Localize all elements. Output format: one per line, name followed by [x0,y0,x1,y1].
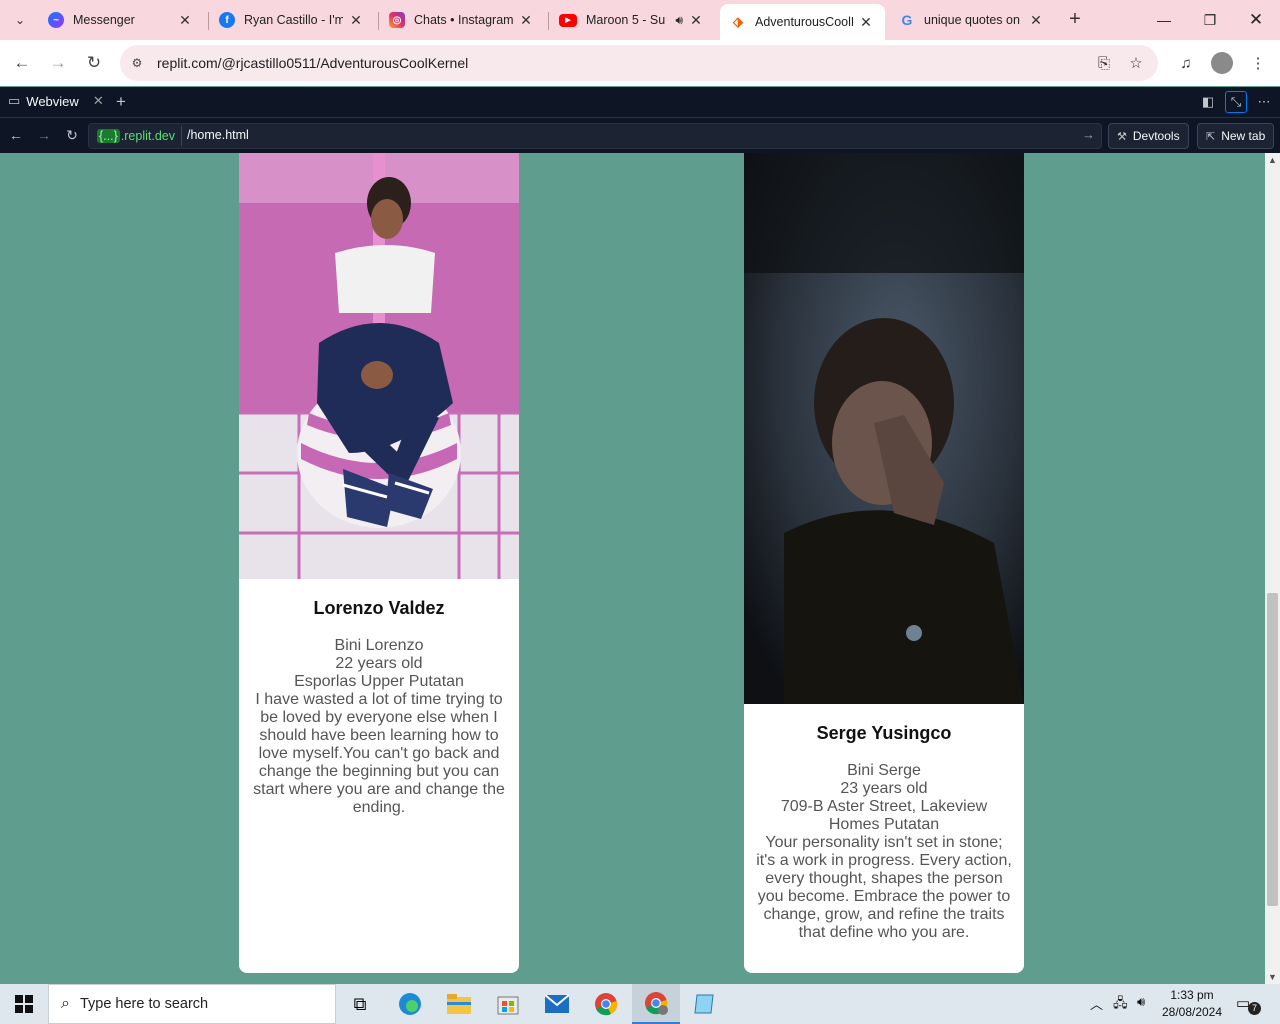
reload-button[interactable]: ↻ [82,51,106,75]
profile-quote: Your personality isn't set in stone; it'… [756,834,1012,941]
webview-page: Lorenzo Valdez Bini Lorenzo 22 years old… [0,153,1265,984]
restore-button[interactable]: ❐ [1198,8,1222,32]
taskbar-search-box[interactable]: ⌕ Type here to search [48,984,336,1024]
profile-info: Bini Lorenzo 22 years old Esporlas Upper… [251,637,507,817]
close-icon[interactable]: ✕ [93,93,104,109]
speaker-icon[interactable]: 🔊︎ [675,13,683,28]
webview-domain: {...} .replit.dev [91,126,182,146]
notification-count-badge: 7 [1248,1002,1261,1015]
profile-photo [744,153,1024,704]
instagram-icon: ◎ [389,12,405,28]
media-control-icon[interactable]: ♫ [1174,51,1198,75]
devtools-button[interactable]: ⚒ Devtools [1108,123,1189,149]
replit-webview-header: ▭ Webview ✕ + ◧ ⤡ ⋯ [0,87,1280,117]
profile-name: Lorenzo Valdez [313,598,445,618]
close-icon[interactable]: ✕ [1027,11,1045,29]
profile-card: Lorenzo Valdez Bini Lorenzo 22 years old… [239,153,519,973]
profile-avatar[interactable] [1211,52,1233,74]
tab-instagram[interactable]: ◎ Chats • Instagram ✕ [379,4,545,36]
webview-path[interactable]: /home.html [187,128,249,142]
profile-address: 709-B Aster Street, Lakeview Homes Putat… [780,798,988,833]
minimize-pane-icon[interactable]: ⤡ [1225,91,1247,113]
more-options-icon[interactable]: ⋯ [1255,93,1273,111]
windows-logo-icon [15,995,33,1013]
site-info-icon[interactable]: ⚙ [128,54,146,72]
new-tab-button[interactable]: + [1064,8,1086,30]
tab-youtube[interactable]: ▶ Maroon 5 - Su 🔊︎ ✕ [549,4,715,36]
profile-name: Serge Yusingco [816,723,952,743]
menu-kebab-icon[interactable]: ⋮ [1246,51,1270,75]
monitor-icon: ▭ [8,93,21,108]
chrome-profile-icon[interactable] [632,984,680,1024]
profile-age: 23 years old [840,780,928,797]
split-pane-icon[interactable]: ◧ [1199,93,1217,111]
wrench-icon: ⚒ [1117,130,1127,143]
start-button[interactable] [0,984,48,1024]
new-tab-open-button[interactable]: ⇱ New tab [1197,123,1275,149]
tab-replit[interactable]: ⬗ AdventurousCoolK ✕ [720,4,885,40]
facebook-icon: f [219,12,235,28]
tab-search-button[interactable]: ⌄ [6,6,34,34]
google-icon: G [901,12,913,28]
scroll-down-arrow-icon[interactable]: ▼ [1268,972,1277,982]
search-icon: ⌕ [61,995,70,1012]
url-text[interactable]: replit.com/@rjcastillo0511/AdventurousCo… [157,55,468,71]
close-icon[interactable]: ✕ [347,11,365,29]
replit-webview-nav: ← → ↻ {...} .replit.dev /home.html → ⚒ D… [0,117,1280,153]
install-app-icon[interactable]: ⎘ [1094,53,1114,73]
file-explorer-icon[interactable] [435,984,483,1024]
webview-url-field[interactable]: {...} .replit.dev /home.html → [88,123,1102,149]
close-icon[interactable]: ✕ [857,13,875,31]
go-arrow-icon[interactable]: → [1082,127,1095,142]
profile-photo [239,153,519,579]
webview-forward-button[interactable]: → [35,126,53,144]
back-button[interactable]: ← [10,51,34,75]
profile-nickname: Bini Lorenzo [334,637,424,654]
microsoft-store-icon[interactable] [484,984,532,1024]
volume-icon[interactable]: 🔊︎ [1137,994,1145,1010]
mail-icon[interactable] [533,984,581,1024]
network-icon[interactable]: 🖧︎ [1113,994,1128,1016]
windows-taskbar: ⌕ Type here to search ⧉ ︿ 🖧︎ 🔊︎ 1:33 pm … [0,984,1280,1024]
chrome-icon[interactable] [582,984,630,1024]
address-bar-row: ← → ↻ ⚙ replit.com/@rjcastillo0511/Adven… [0,40,1280,86]
profile-quote: I have wasted a lot of time trying to be… [253,691,505,816]
close-window-button[interactable]: ✕ [1244,8,1268,32]
forward-button[interactable]: → [46,51,70,75]
close-icon[interactable]: ✕ [687,11,705,29]
browser-tab-strip: ⌄ ~ Messenger ✕ f Ryan Castillo - I'm ✕ … [0,0,1280,40]
notepad-icon[interactable] [680,984,728,1024]
notification-center-icon[interactable]: ▭ 7 [1236,994,1261,1015]
webview-reload-button[interactable]: ↻ [63,126,81,144]
task-view-icon[interactable]: ⧉ [336,984,384,1024]
page-scrollbar[interactable]: ▲ ▼ [1265,153,1280,984]
youtube-icon: ▶ [559,13,577,27]
scroll-thumb[interactable] [1267,593,1278,906]
profile-age: 22 years old [335,655,423,672]
webview-back-button[interactable]: ← [7,126,25,144]
show-hidden-icons[interactable]: ︿ [1090,994,1103,1013]
tab-facebook[interactable]: f Ryan Castillo - I'm ✕ [209,4,375,36]
profile-address: Esporlas Upper Putatan [294,673,464,690]
add-pane-button[interactable]: + [116,92,126,112]
taskbar-clock[interactable]: 1:33 pm 28/08/2024 [1160,987,1224,1021]
close-icon[interactable]: ✕ [176,11,194,29]
tab-messenger[interactable]: ~ Messenger ✕ [38,4,204,36]
profile-nickname: Bini Serge [847,762,921,779]
bookmark-star-icon[interactable]: ☆ [1126,53,1146,73]
scroll-up-arrow-icon[interactable]: ▲ [1268,155,1277,165]
minimize-button[interactable]: — [1152,8,1176,32]
omnibox[interactable]: ⚙ replit.com/@rjcastillo0511/Adventurous… [120,45,1158,81]
webview-tab[interactable]: ▭ Webview ✕ [0,87,112,117]
messenger-icon: ~ [48,12,64,28]
profile-info: Bini Serge 23 years old 709-B Aster Stre… [756,762,1012,942]
edge-icon[interactable] [386,984,434,1024]
replit-icon: ⬗ [733,14,743,29]
external-link-icon: ⇱ [1206,130,1216,143]
profile-card: Serge Yusingco Bini Serge 23 years old 7… [744,153,1024,973]
close-icon[interactable]: ✕ [517,11,535,29]
tab-google[interactable]: G unique quotes on ✕ [889,4,1055,36]
